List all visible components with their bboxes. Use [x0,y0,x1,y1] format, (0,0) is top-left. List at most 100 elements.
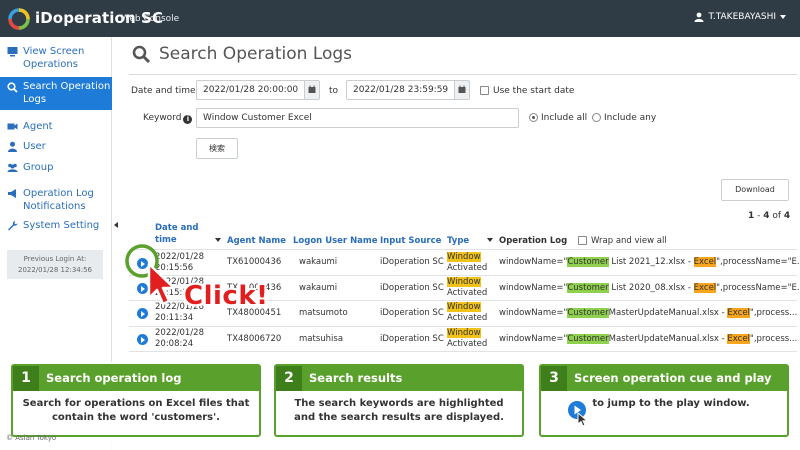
include-all-radio[interactable] [529,113,538,122]
header-divider [129,249,797,250]
cell-input: iDoperation SC [380,334,444,344]
date-from-input[interactable] [196,80,306,100]
step-header: 3 Screen operation cue and play [541,366,787,391]
sidebar-item-agent[interactable]: Agent [0,120,112,133]
group-icon [7,163,18,172]
row-divider [129,326,797,327]
wrench-icon [8,221,18,231]
calendar-icon [458,85,466,93]
megaphone-icon [8,189,16,198]
user-icon [694,12,704,22]
step-title: Search operation log [46,371,182,385]
camera-icon [7,123,18,130]
click-callout: Click! [184,281,269,311]
row-divider [129,351,797,352]
calendar-icon [308,85,316,93]
step-title: Screen operation cue and play [574,371,772,385]
top-bar: iDoperation SC Web Console T.TAKEBAYASHI [0,0,800,37]
step-card-2: 2 Search results The search keywords are… [274,364,524,437]
user-menu[interactable]: T.TAKEBAYASHI [694,12,786,22]
step-card-1: 1 Search operation log Search for operat… [11,364,261,437]
search-icon [132,45,151,63]
pagination-text: 1 - 4 of 4 [748,211,791,221]
caret-down-icon [780,15,786,19]
sidebar-item-label: Operation Log Notifications [23,188,94,212]
wrap-view-all-label: Wrap and view all [591,236,667,246]
cell-type: Window Activated [447,277,488,298]
cursor-icon [577,412,589,427]
cell-user: wakaumi [299,257,338,267]
page-title: Search Operation Logs [132,44,352,64]
sidebar-item-label: Group [23,162,54,173]
previous-login-value: 2022/01/28 12:34:56 [17,266,92,274]
step-title: Search results [309,371,403,385]
col-header-oplog: Operation Log [499,236,568,246]
sidebar-item-view-screen-operations[interactable]: View Screen Operations [0,45,112,73]
sidebar-item-label: Agent [23,121,53,132]
cursor-arrow-icon [147,262,176,306]
previous-login-label: Previous Login At: [23,255,87,263]
col-header-input[interactable]: Input Source [380,235,441,247]
sidebar-item-label: Search Operation Logs [23,81,111,105]
cell-user: matsumoto [299,308,348,318]
col-header-agent[interactable]: Agent Name [227,235,286,247]
sort-desc-icon[interactable] [215,238,221,242]
monitor-icon [7,47,18,57]
logo-icon [8,8,30,30]
date-to-label: to [329,86,339,96]
collapse-sidebar-icon[interactable] [114,222,118,228]
title-divider [129,74,797,75]
sidebar-item-label: User [23,141,46,152]
info-icon[interactable]: i [183,115,193,124]
use-start-date-checkbox[interactable] [480,86,489,95]
keyword-input[interactable] [196,108,519,128]
cell-oplog: windowName="CustomerMasterUpdateManual.x… [499,334,798,344]
step-body: Search for operations on Excel files tha… [22,398,250,423]
sort-icon[interactable] [487,238,493,242]
use-start-date-label: Use the start date [493,86,575,96]
include-all-label: Include all [541,113,588,123]
cell-type: Window Activated [447,252,488,273]
cell-oplog: windowName="Customer List 2020_08.xlsx -… [499,283,800,293]
row-divider [129,275,797,276]
step-header: 2 Search results [276,366,522,391]
play-button[interactable] [137,334,148,345]
user-name: T.TAKEBAYASHI [708,12,776,22]
step-card-3: 3 Screen operation cue and play to jump … [539,364,789,437]
previous-login-box: Previous Login At: 2022/01/28 12:34:56 [7,250,103,279]
cell-agent: TX61000436 [227,257,282,267]
cell-user: matsuhisa [299,334,344,344]
col-header-logon[interactable]: Logon User Name [293,235,378,247]
download-button[interactable]: Download [721,179,789,201]
user-icon [8,141,17,152]
app-subtitle: Web Console [121,14,180,24]
col-header-date[interactable]: Date and time [155,222,210,246]
copyright-icon: © [6,434,13,442]
col-header-type[interactable]: Type [447,235,469,247]
date-to-calendar-button[interactable] [454,80,470,100]
sidebar-item-system-setting[interactable]: System Setting [0,219,112,232]
include-any-radio[interactable] [592,113,601,122]
search-button[interactable]: 検索 [196,138,238,159]
sidebar-item-label: System Setting [23,220,100,231]
cell-type: Window Activated [447,302,488,323]
wrap-view-all-checkbox[interactable] [578,236,587,245]
sidebar-item-search-operation-logs[interactable]: Search Operation Logs [0,77,112,110]
step-header: 1 Search operation log [13,366,259,391]
sidebar-item-operation-log-notifications[interactable]: Operation Log Notifications [0,187,112,213]
cell-input: iDoperation SC [380,308,444,318]
sidebar-item-user[interactable]: User [0,140,112,153]
cell-date: 2022/01/28 20:08:24 [155,328,204,349]
page-title-text: Search Operation Logs [159,44,353,64]
step-number: 1 [13,366,39,391]
sidebar-item-group[interactable]: Group [0,161,112,174]
include-any-label: Include any [604,113,657,123]
copyright-text: © Asian Tokyo [6,434,57,442]
date-from-calendar-button[interactable] [304,80,320,100]
step-body: The search keywords are highlighted and … [294,398,504,423]
cell-input: iDoperation SC [380,283,444,293]
cell-user: wakaumi [299,283,338,293]
step-number: 2 [276,366,302,391]
search-icon [7,82,18,93]
date-to-input[interactable] [346,80,456,100]
